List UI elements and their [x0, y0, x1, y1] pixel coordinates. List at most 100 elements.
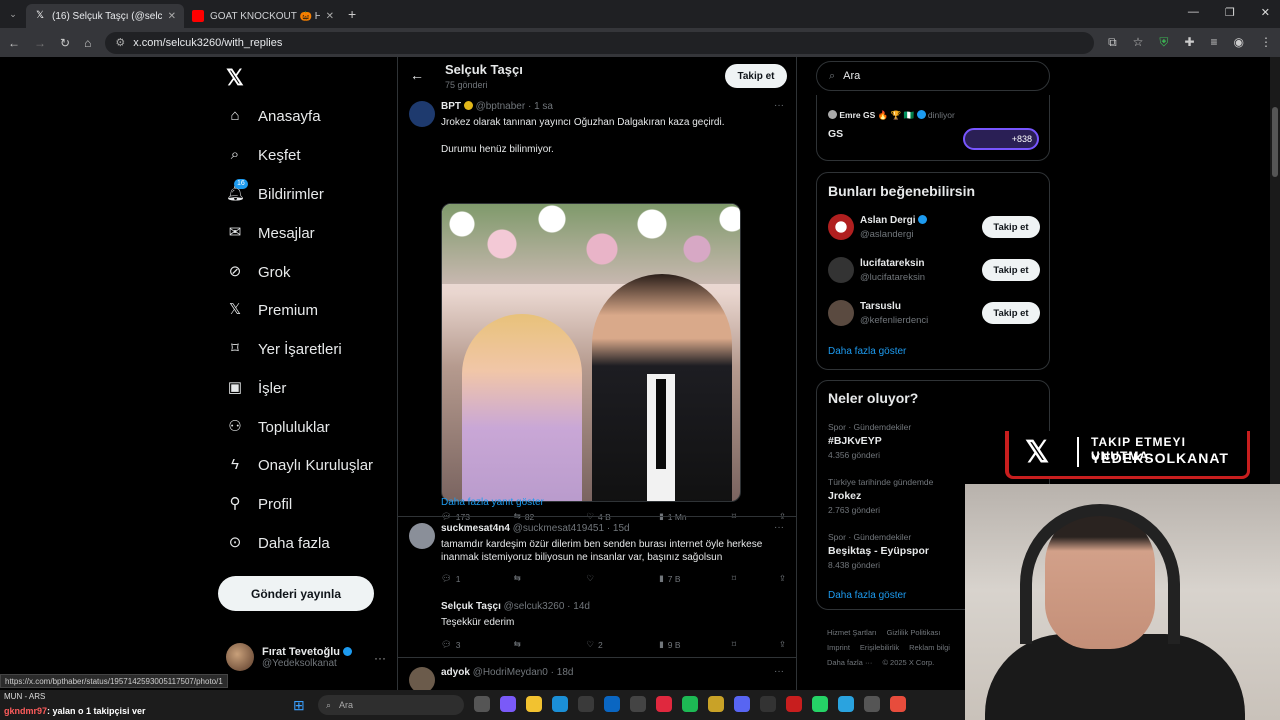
footer-link[interactable]: Erişilebilirlik — [860, 643, 899, 652]
browser-tab[interactable]: GOAT KNOCKOUT 🎃 Hallowe ✕ — [184, 4, 342, 28]
install-icon[interactable]: ⧉ — [1108, 35, 1117, 50]
x-logo-icon[interactable]: 𝕏 — [226, 65, 244, 91]
discord-icon[interactable] — [734, 696, 750, 712]
follow-button[interactable]: Takip et — [725, 64, 787, 88]
like-button[interactable]: ♡ — [586, 573, 616, 584]
site-info-icon[interactable]: ⚙ — [115, 36, 125, 49]
nav-item-verified-orgs[interactable]: ϟ Onaylı Kuruluşlar — [226, 456, 373, 474]
edge-icon[interactable] — [552, 696, 568, 712]
new-tab-icon[interactable]: + — [348, 6, 356, 22]
scrollbar-thumb[interactable] — [1272, 107, 1278, 177]
post[interactable]: Selçuk Taşçı @selcuk3260 · 14d Teşekkür … — [398, 601, 796, 661]
footer-link[interactable]: Daha fazla ··· — [827, 658, 872, 667]
url-field[interactable]: ⚙ x.com/selcuk3260/with_replies — [105, 31, 1095, 54]
follow-suggestion[interactable]: Tarsuslu @kefenlierdenci Takip et — [828, 300, 1040, 330]
show-more-replies-link[interactable]: Daha fazla yanıt göster — [441, 497, 544, 508]
more-options-icon[interactable]: ··· — [774, 522, 784, 533]
footer-link[interactable]: Reklam bilgi — [909, 643, 950, 652]
follow-suggestion[interactable]: lucifatareksin @lucifatareksin Takip et — [828, 257, 1040, 287]
tab-close-icon[interactable]: ✕ — [326, 11, 334, 22]
nav-item-notifications[interactable]: 🔔︎ 16 Bildirimler — [226, 179, 324, 203]
telegram-icon[interactable] — [838, 696, 854, 712]
footer-link[interactable]: Gizlilik Politikası — [887, 628, 941, 637]
reply-button[interactable]: 💬︎ 1 — [441, 573, 471, 584]
views-button[interactable]: ▮ 7 B — [659, 573, 689, 584]
minimize-icon[interactable]: — — [1188, 6, 1199, 19]
nav-item-more[interactable]: ⊙ Daha fazla — [226, 534, 330, 552]
nav-item-profile[interactable]: ⚲ Profil — [226, 495, 293, 513]
follow-button[interactable]: Takip et — [982, 216, 1040, 238]
repost-button[interactable]: ⇆ — [514, 573, 544, 584]
store-icon[interactable] — [578, 696, 594, 712]
task-view-icon[interactable] — [474, 696, 490, 712]
search-input[interactable]: ⌕ Ara — [816, 61, 1050, 91]
shield-extension-icon[interactable]: ⛨ — [1159, 35, 1168, 50]
footer-link[interactable]: Imprint — [827, 643, 850, 652]
nav-item-grok[interactable]: ⊘ Grok — [226, 263, 291, 281]
app-icon[interactable] — [630, 696, 646, 712]
windows-start-icon[interactable]: ⊞ — [293, 697, 305, 714]
obs-icon[interactable] — [760, 696, 776, 712]
show-more-link[interactable]: Daha fazla göster — [828, 590, 906, 601]
share-button[interactable]: ⇪ — [779, 573, 786, 584]
account-switcher[interactable]: Fırat Tevetoğlu @Yedeksolkanat ··· — [226, 643, 386, 671]
follow-suggestion[interactable]: Aslan Dergi @aslandergi Takip et — [828, 214, 1040, 244]
reply-button[interactable]: 💬︎ 3 — [441, 639, 471, 650]
more-options-icon[interactable]: ··· — [774, 100, 784, 111]
nav-item-premium[interactable]: 𝕏 Premium — [226, 301, 318, 319]
share-button[interactable]: ⇪ — [779, 639, 786, 650]
post[interactable]: BPT @bptnaber · 1 sa ··· Jrokez olarak t… — [398, 97, 796, 527]
post-button[interactable]: Gönderi yayınla — [218, 576, 374, 611]
nav-item-home[interactable]: ⌂ Anasayfa — [226, 107, 320, 125]
back-icon[interactable]: ← — [8, 36, 20, 50]
maximize-icon[interactable]: ❐ — [1225, 6, 1235, 19]
menu-icon[interactable]: ⋮ — [1260, 35, 1272, 50]
post-image[interactable] — [441, 203, 741, 502]
live-space-card[interactable]: Emre GS 🔥 🏆 🇳🇬 dinliyor GS +838 — [816, 95, 1050, 161]
home-icon[interactable]: ⌂ — [84, 36, 91, 50]
forward-icon[interactable]: → — [34, 36, 46, 50]
opera-icon[interactable] — [656, 696, 672, 712]
whatsapp-icon[interactable] — [812, 696, 828, 712]
star-icon[interactable]: ☆ — [1133, 35, 1144, 50]
bookmark-button[interactable]: ⌑ — [732, 639, 736, 650]
chrome-icon[interactable] — [890, 696, 906, 712]
follow-button[interactable]: Takip et — [982, 259, 1040, 281]
taskbar-search[interactable]: ⌕ Ara — [318, 695, 464, 715]
spotify-icon[interactable] — [682, 696, 698, 712]
back-arrow-icon[interactable]: ← — [410, 67, 424, 83]
tab-list-icon[interactable]: ⌄ — [0, 9, 26, 20]
reload-icon[interactable]: ↻ — [60, 36, 70, 50]
close-window-icon[interactable]: ✕ — [1261, 6, 1270, 19]
nav-item-explore[interactable]: ⌕ Keşfet — [226, 146, 301, 164]
repost-icon: ⇆ — [513, 573, 521, 583]
media-icon[interactable]: ≡ — [1211, 35, 1218, 50]
chat-message: gkndmr97: yalan o 1 takipçisi ver — [4, 706, 146, 716]
folder-icon[interactable] — [526, 696, 542, 712]
footer-link[interactable]: Hizmet Şartları — [827, 628, 877, 637]
stream-follow-banner: 𝕏 TAKIP ETMEYI UNUTMA YEDEKSOLKANAT — [1005, 431, 1250, 479]
nav-item-bookmarks[interactable]: ⌑ Yer İşaretleri — [226, 340, 342, 358]
profile-icon[interactable]: ◉ — [1234, 35, 1244, 50]
extensions-icon[interactable]: ✚ — [1184, 35, 1194, 50]
app-icon[interactable] — [708, 696, 724, 712]
app-icon[interactable] — [786, 696, 802, 712]
post[interactable]: adyok @HodriMeydan0 · 18d ··· — [398, 665, 796, 690]
more-options-icon[interactable]: ··· — [774, 666, 784, 677]
nav-item-communities[interactable]: ⚇ Topluluklar — [226, 418, 329, 436]
nav-item-messages[interactable]: ✉ Mesajlar — [226, 224, 315, 242]
like-button[interactable]: ♡ 2 — [586, 639, 616, 650]
copilot-icon[interactable] — [500, 696, 516, 712]
browser-tab-active[interactable]: 𝕏 (16) Selçuk Taşçı (@selcuk3260) ✕ — [26, 4, 184, 28]
views-button[interactable]: ▮ 9 B — [659, 639, 689, 650]
show-more-link[interactable]: Daha fazla göster — [828, 346, 906, 357]
follow-button[interactable]: Takip et — [982, 302, 1040, 324]
app-icon[interactable] — [864, 696, 880, 712]
nav-item-jobs[interactable]: ▣ İşler — [226, 379, 286, 397]
more-options-icon[interactable]: ··· — [374, 651, 386, 665]
outlook-icon[interactable] — [604, 696, 620, 712]
bookmark-button[interactable]: ⌑ — [732, 573, 736, 584]
repost-button[interactable]: ⇆ — [514, 639, 544, 650]
post[interactable]: suckmesat4n4 @suckmesat419451 · 15d ··· … — [398, 522, 796, 593]
tab-close-icon[interactable]: ✕ — [168, 11, 176, 22]
